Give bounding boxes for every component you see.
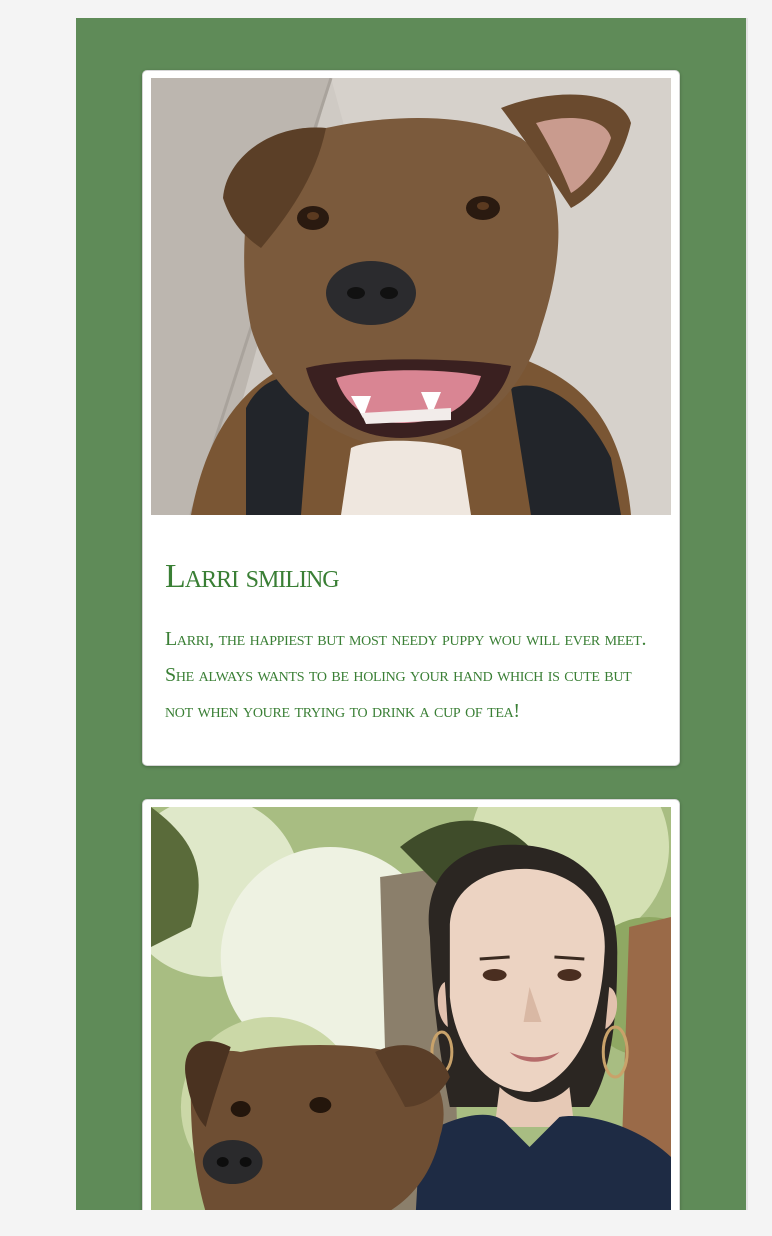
woman-and-dog-photo xyxy=(151,807,671,1210)
card-title: Larri smiling xyxy=(165,558,340,595)
gallery-panel: Larri smiling Larri, the happiest but mo… xyxy=(76,18,748,1210)
card-description: Larri, the happiest but most needy puppy… xyxy=(165,628,647,722)
dog-photo xyxy=(151,78,671,515)
page-footer-strip xyxy=(0,1210,772,1236)
gallery-card: Larri smiling Larri, the happiest but mo… xyxy=(142,70,680,766)
gallery-card xyxy=(142,799,680,1210)
